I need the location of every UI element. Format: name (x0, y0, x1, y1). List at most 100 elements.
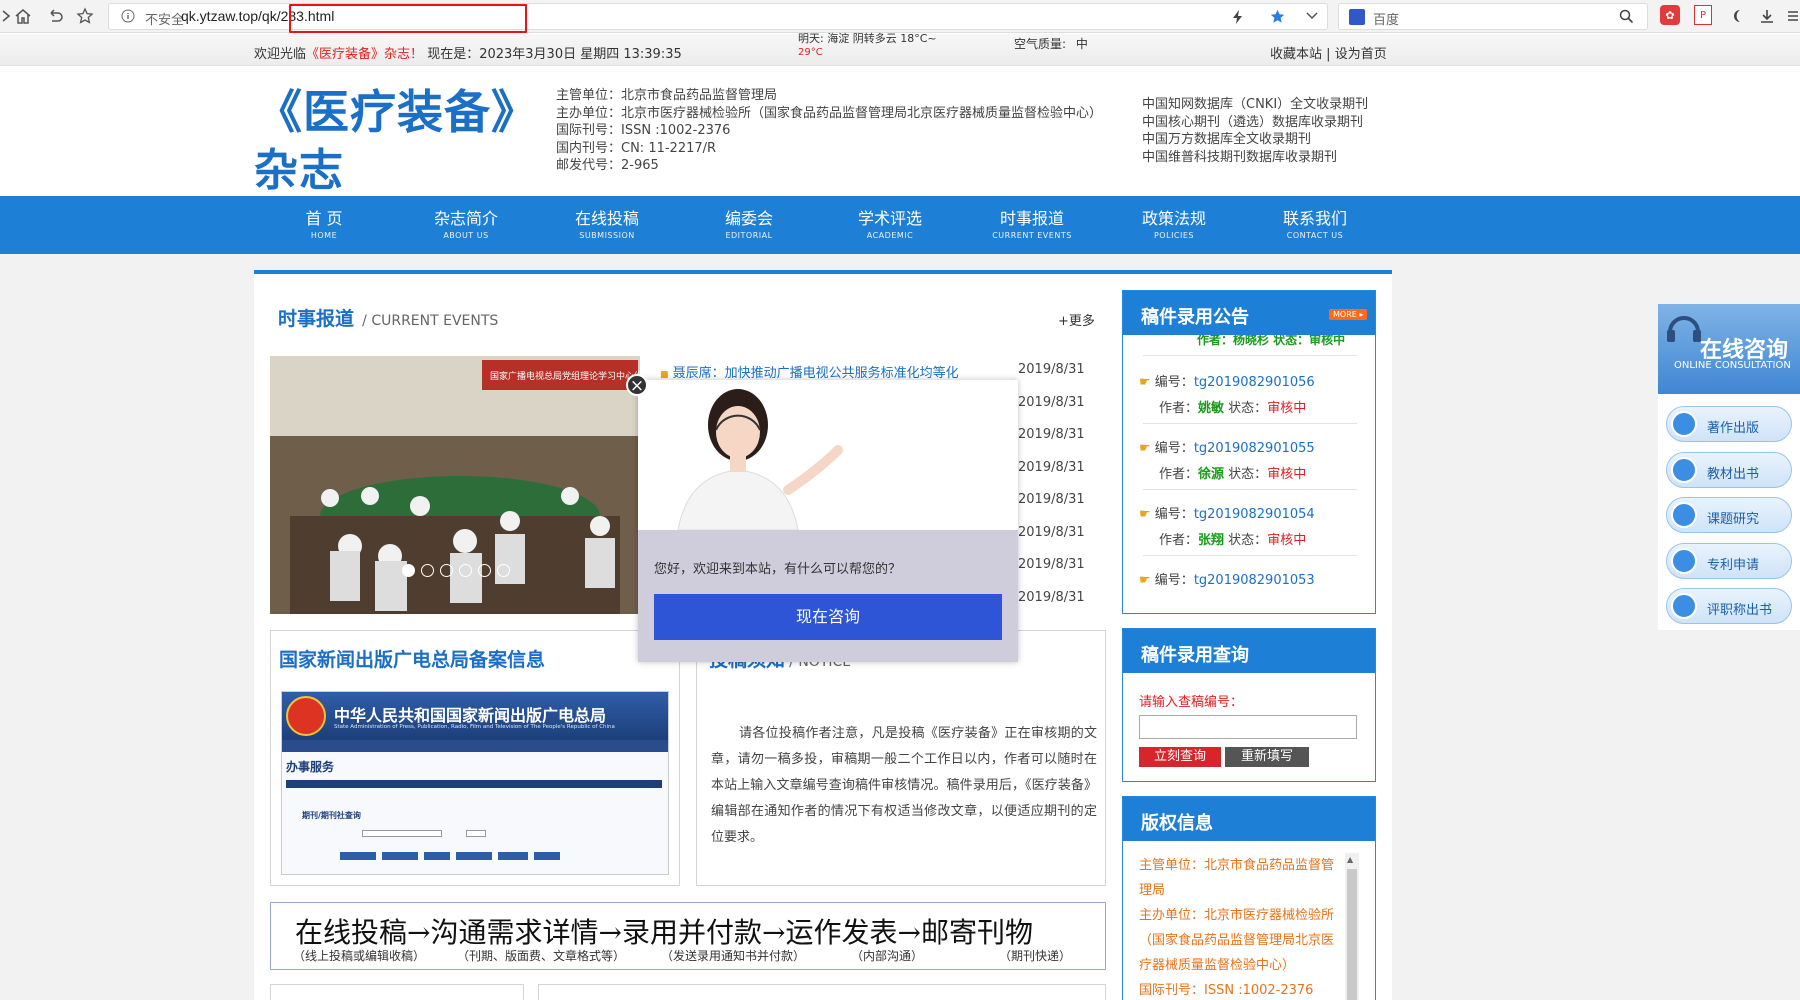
accept-item[interactable]: ☛ 编号：tg2019082901054 作者：张翔 状态：审核中 (1139, 503, 1359, 548)
logo-line1[interactable]: 《医疗装备》 (256, 76, 538, 142)
notice-panel: 投稿须知 / NOTICE 请各位投稿作者注意，凡是投稿《医疗装备》正在审核期的… (696, 630, 1106, 886)
indexing-info: 中国知网数据库（CNKI）全文收录期刊 中国核心期刊（遴选）数据库收录期刊 中国… (1142, 96, 1368, 166)
info-line: 主管单位：北京市食品药品监督管理局 (556, 88, 778, 103)
accept-item[interactable]: ☛ 编号：tg2019082901053 (1139, 569, 1359, 588)
news-date: 2019/8/31 (1018, 362, 1085, 377)
address-bar[interactable]: 不安全 qk.ytzaw.top/qk/283.html (108, 3, 1328, 33)
accept-item[interactable]: ☛ 编号：tg2019082901056 作者：姚敏 状态：审核中 (1139, 371, 1359, 416)
divider (1143, 555, 1357, 556)
pdf-icon[interactable]: P (1694, 5, 1712, 25)
lower-panel (270, 984, 524, 1000)
site-header: 《医疗装备》 杂志 主管单位：北京市食品药品监督管理局 主办单位：北京市医疗器械… (0, 66, 1800, 196)
bookmark-star-icon[interactable] (1269, 8, 1286, 25)
consult-btn-patent[interactable]: 专利申请 (1666, 543, 1792, 579)
nav-about[interactable]: 杂志简介 ABOUT US (406, 209, 526, 241)
download-icon[interactable] (1756, 5, 1778, 27)
registry-screenshot[interactable]: 中华人民共和国国家新闻出版广电总局 State Administration o… (281, 691, 669, 875)
author-label: 作者： (1159, 467, 1199, 482)
consult-btn-label: 评职称出书 (1707, 603, 1773, 618)
item-status: 审核中 (1267, 401, 1307, 416)
nav-academic[interactable]: 学术评选 ACADEMIC (830, 210, 950, 241)
top-links: 收藏本站 | 设为首页 (1270, 43, 1387, 62)
news-slideshow[interactable]: 国家广播电视总局党组理论学习中心组2018 (270, 356, 640, 614)
search-box[interactable]: 百度 (1338, 3, 1648, 30)
consult-btn-publishing[interactable]: 著作出版 (1666, 406, 1792, 442)
welcome-magazine: 《医疗装备》 (306, 47, 385, 62)
registry-service-label: 办事服务 (286, 760, 335, 774)
accept-partial-row: 作者：杨晓杉 状态：审核中 (1197, 335, 1345, 348)
undo-icon[interactable] (44, 5, 66, 27)
bookmark-link[interactable]: 收藏本站 (1270, 47, 1322, 62)
chat-icon (1671, 457, 1697, 483)
slide-dot[interactable] (440, 564, 453, 577)
registry-title: 国家新闻出版广电总局备案信息 (279, 649, 546, 671)
copyright-line: （国家食品药品监督管理局北京医 (1139, 933, 1335, 948)
not-secure-label: 不安全 (145, 13, 185, 28)
extension-icon[interactable]: ✿ (1660, 5, 1680, 25)
menu-icon[interactable] (1782, 5, 1800, 27)
item-status: 审核中 (1267, 533, 1307, 548)
consult-btn-title[interactable]: 评职称出书 (1666, 588, 1792, 624)
status-label: 状态： (1228, 401, 1268, 416)
chat-icon (1671, 548, 1697, 574)
registry-query-label: 期刊/期刊社查询 (302, 811, 361, 820)
consult-btn-textbook[interactable]: 教材出书 (1666, 452, 1792, 488)
news-item-first[interactable]: ■ 聂辰席：加快推动广播电视公共服务标准化均等化 (660, 362, 959, 381)
consult-btn-research[interactable]: 课题研究 (1666, 497, 1792, 533)
query-panel: 稿件录用查询 请输入查稿编号： 立刻查询 重新填写 (1122, 628, 1376, 782)
nav-current-events[interactable]: 时事报道 CURRENT EVENTS (972, 210, 1092, 241)
divider (1143, 355, 1357, 356)
indexing-line: 中国核心期刊（遴选）数据库收录期刊 (1142, 114, 1364, 130)
moon-icon[interactable] (1726, 5, 1748, 27)
search-icon[interactable] (1619, 9, 1634, 24)
online-consult-banner[interactable]: 在线咨询 ONLINE CONSULTATION (1658, 304, 1800, 394)
news-date: 2019/8/31 (1018, 459, 1085, 475)
nav-contact[interactable]: 联系我们 CONTACT US (1255, 210, 1375, 241)
divider (1143, 489, 1357, 490)
accept-item[interactable]: ☛ 编号：tg2019082901055 作者：徐源 状态：审核中 (1139, 437, 1359, 482)
accept-partial-text: 作者：杨晓杉 状态：审核中 (1197, 335, 1346, 347)
copyright-title: 版权信息 (1141, 813, 1213, 834)
process-steps: 在线投稿→沟通需求详情→录用并付款→运作发表→邮寄刊物 (295, 911, 1033, 951)
home-icon[interactable] (12, 5, 34, 27)
consult-now-button[interactable]: 现在咨询 (654, 594, 1002, 640)
nav-label: 政策法规 (1141, 209, 1206, 228)
star-outline-icon[interactable] (74, 5, 96, 27)
news-more-link[interactable]: +更多 (1058, 310, 1095, 329)
slide-dot[interactable] (459, 564, 472, 577)
search-engine-label: 百度 (1373, 13, 1400, 28)
registry-input[interactable] (362, 830, 442, 837)
registry-nav (282, 740, 668, 752)
query-reset-button[interactable]: 重新填写 (1225, 747, 1309, 767)
slide-dot[interactable] (497, 564, 510, 577)
logo-line2[interactable]: 杂志 (254, 134, 344, 198)
slide-dot-active[interactable] (402, 564, 415, 577)
nav-policies[interactable]: 政策法规 POLICIES (1114, 209, 1234, 241)
close-icon[interactable]: × (626, 374, 648, 396)
indexing-line: 中国维普科技期刊数据库收录期刊 (1142, 149, 1338, 165)
slide-dot[interactable] (478, 564, 491, 577)
now-label: 现在是： (427, 47, 480, 62)
author-label: 作者： (1159, 533, 1199, 548)
nav-editorial[interactable]: 编委会 EDITORIAL (689, 210, 809, 241)
lightning-icon[interactable] (1231, 9, 1245, 25)
emblem-icon (286, 696, 326, 736)
nav-sublabel: HOME (310, 231, 338, 240)
scrollbar-thumb[interactable] (1347, 869, 1357, 1000)
info-icon[interactable] (121, 9, 135, 23)
nav-label: 杂志简介 (433, 209, 498, 228)
chevron-down-icon[interactable] (1305, 11, 1319, 21)
process-step: 在线投稿 (295, 916, 408, 949)
indexing-line: 中国知网数据库（CNKI）全文收录期刊 (1142, 97, 1369, 112)
query-input[interactable] (1139, 715, 1357, 739)
news-date: 2019/8/31 (1018, 427, 1085, 442)
nav-submission[interactable]: 在线投稿 SUBMISSION (547, 210, 667, 241)
slide-dot[interactable] (421, 564, 434, 577)
registry-input[interactable] (466, 830, 486, 837)
more-badge[interactable]: MORE ▸ (1329, 309, 1368, 320)
scrollbar[interactable]: ▲ (1345, 853, 1359, 1000)
sethome-link[interactable]: 设为首页 (1335, 47, 1387, 62)
query-submit-button[interactable]: 立刻查询 (1139, 747, 1221, 767)
query-label: 请输入查稿编号： (1139, 695, 1244, 710)
nav-home[interactable]: 首 页 HOME (264, 210, 384, 241)
